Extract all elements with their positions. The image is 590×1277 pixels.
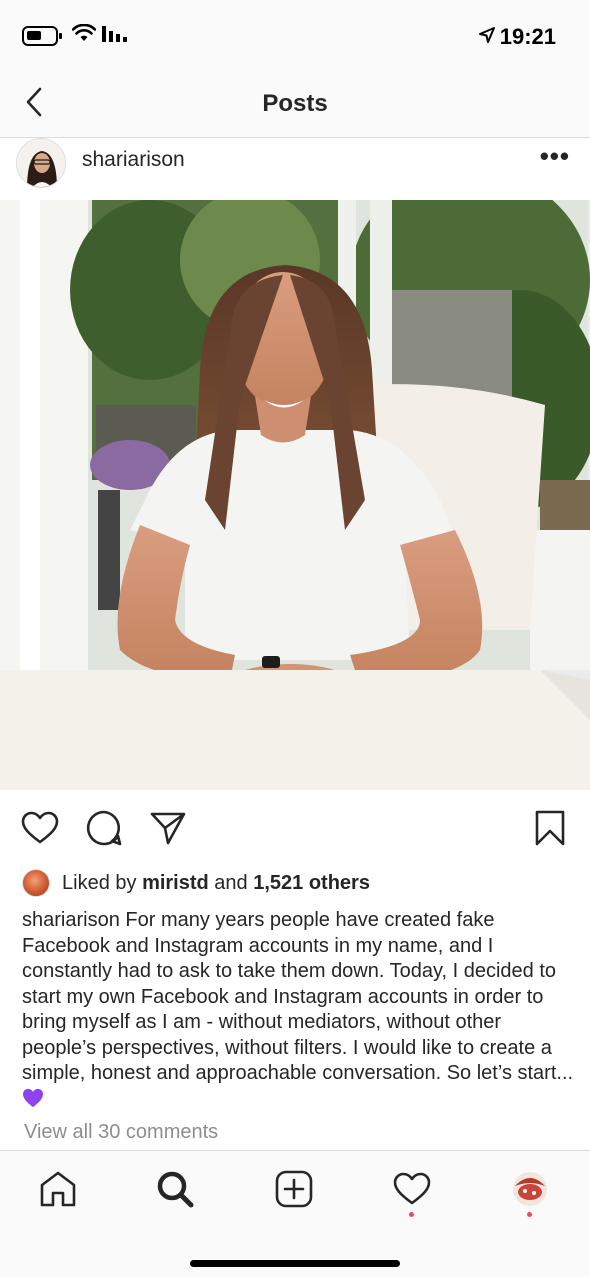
home-icon (40, 1171, 76, 1207)
profile-avatar (513, 1172, 547, 1206)
bookmark-icon (535, 810, 565, 846)
post-caption: shariarison For many years people have c… (22, 908, 574, 1112)
save-button[interactable] (528, 806, 572, 850)
page-title: Posts (262, 90, 328, 117)
battery-icon (22, 25, 62, 46)
liker-username[interactable]: miristd (142, 872, 209, 895)
author-username[interactable]: shariarison (82, 148, 185, 172)
add-post-icon (275, 1170, 313, 1208)
post-header: shariarison ••• (0, 138, 590, 200)
likes-prefix: Liked by (62, 871, 143, 894)
bottom-tab-bar (0, 1150, 590, 1228)
caption-text: For many years people have created fake … (22, 909, 574, 1084)
status-bar: 19:21 (0, 0, 590, 72)
more-options-button[interactable]: ••• (540, 143, 570, 169)
activity-notification-dot (409, 1212, 414, 1217)
tab-activity[interactable] (388, 1165, 436, 1217)
purple-heart-icon (23, 1088, 43, 1107)
heart-icon (21, 811, 59, 844)
caption-username[interactable]: shariarison (22, 909, 120, 931)
profile-notification-dot (527, 1212, 532, 1217)
like-button[interactable] (18, 806, 62, 850)
status-time: 19:21 (499, 24, 556, 49)
status-indicators (22, 23, 132, 47)
author-avatar[interactable] (16, 138, 66, 188)
share-button[interactable] (146, 806, 190, 850)
share-icon (150, 812, 186, 845)
home-indicator[interactable] (190, 1260, 400, 1267)
status-time-group: 19:21 (478, 24, 556, 50)
wifi-icon (71, 23, 97, 47)
likes-middle: and (208, 871, 254, 894)
tab-home[interactable] (34, 1165, 82, 1213)
home-indicator-area (0, 1228, 590, 1277)
navigation-bar: Posts (0, 72, 590, 138)
liker-avatar (22, 869, 50, 897)
post-actions (0, 806, 590, 850)
likes-summary[interactable]: Liked by miristd and 1,521 others (22, 866, 580, 900)
search-icon (157, 1171, 194, 1208)
likes-count[interactable]: 1,521 others (253, 872, 370, 895)
post-photo[interactable] (0, 200, 590, 790)
signal-icon (102, 24, 132, 47)
location-arrow-icon (478, 24, 496, 50)
comment-button[interactable] (82, 806, 126, 850)
tab-new-post[interactable] (270, 1165, 318, 1213)
activity-heart-icon (393, 1172, 431, 1205)
comment-icon (86, 810, 122, 846)
view-all-comments-link[interactable]: View all 30 comments (24, 1121, 218, 1144)
tab-search[interactable] (151, 1165, 199, 1213)
tab-profile[interactable] (506, 1165, 554, 1217)
